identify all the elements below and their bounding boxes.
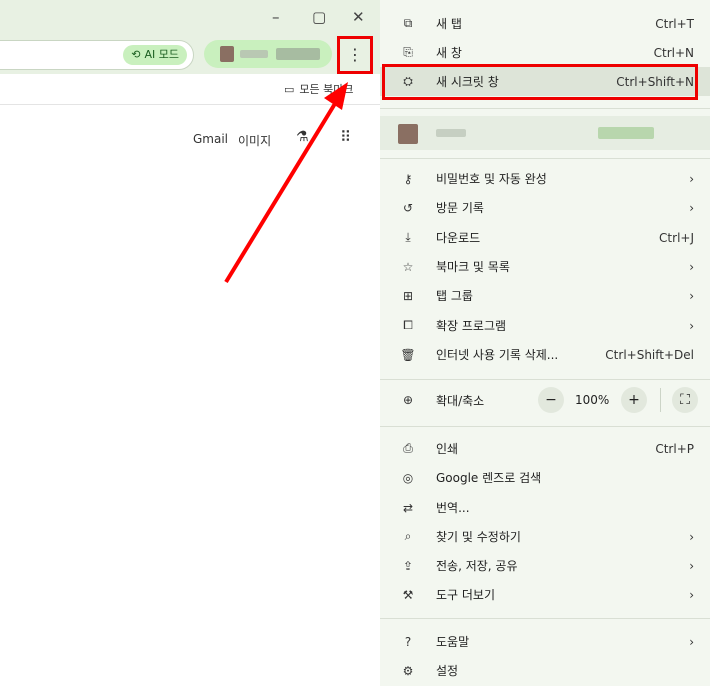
menu-item-label: 새 창 xyxy=(436,46,462,60)
menu-item-label: 새 탭 xyxy=(436,17,462,31)
menu-item[interactable]: ⧠ 확장 프로그램 › xyxy=(380,311,710,340)
menu-item-shortcut: › xyxy=(689,558,694,573)
menu-separator xyxy=(380,379,710,380)
avatar xyxy=(398,124,418,144)
menu-item[interactable]: ⎘ 새 창 Ctrl+N xyxy=(380,38,710,67)
menu-item[interactable]: ◎ Google 렌즈로 검색 xyxy=(380,463,710,492)
menu-item-label: 인터넷 사용 기록 삭제... xyxy=(436,348,559,362)
zoom-in-button[interactable]: + xyxy=(621,387,647,413)
menu-item-label: 인쇄 xyxy=(436,442,459,456)
new-tab-icon: ⧉ xyxy=(403,16,413,30)
menu-item-label: 방문 기록 xyxy=(436,201,484,215)
menu-item-shortcut: › xyxy=(689,529,694,544)
menu-item[interactable]: ⚒ 도구 더보기 › xyxy=(380,580,710,609)
menu-item-label: 전송, 저장, 공유 xyxy=(436,559,518,573)
menu-item-shortcut: Ctrl+Shift+Del xyxy=(605,347,694,362)
find-edit-icon: ⌕ xyxy=(404,529,412,543)
chrome-menu: ⧉ 새 탭 Ctrl+T ⎘ 새 창 Ctrl+N ⛭ 새 시크릿 창 Ctrl+Shift+N… xyxy=(380,0,710,686)
menu-item-label: 설정 xyxy=(436,664,459,678)
menu-item[interactable]: ☆ 북마크 및 목록 › xyxy=(380,252,710,281)
menu-separator xyxy=(380,618,710,619)
menu-item-shortcut: › xyxy=(689,634,694,649)
menu-item-shortcut: › xyxy=(689,288,694,303)
menu-item[interactable]: ⇪ 전송, 저장, 공유 › xyxy=(380,551,710,580)
zoom-out-button[interactable]: − xyxy=(538,387,564,413)
menu-separator xyxy=(380,426,710,427)
zoom-divider xyxy=(660,388,661,412)
tab-groups-icon: ⊞ xyxy=(402,288,414,303)
menu-item-label: 번역... xyxy=(436,501,470,515)
menu-item-shortcut: Ctrl+T xyxy=(655,16,694,31)
menu-item-label: 비밀번호 및 자동 완성 xyxy=(436,172,547,186)
menu-item[interactable]: ⇄ 번역... xyxy=(380,493,710,522)
cast-save-share-icon: ⇪ xyxy=(402,558,414,573)
profile-badge-blur xyxy=(598,127,654,139)
print-icon: ⎙ xyxy=(403,441,413,455)
fullscreen-icon[interactable]: ⛶ xyxy=(672,387,698,413)
menu-item-shortcut: › xyxy=(689,318,694,333)
menu-item[interactable]: ⚷ 비밀번호 및 자동 완성 › xyxy=(380,164,710,193)
download-icon: ⤓ xyxy=(405,230,411,244)
new-window-icon: ⎘ xyxy=(403,45,413,59)
menu-item[interactable]: ⌕ 찾기 및 수정하기 › xyxy=(380,522,710,551)
menu-item-shortcut: › xyxy=(689,587,694,602)
zoom-value: 100% xyxy=(575,393,610,407)
history-icon: ↺ xyxy=(402,200,414,215)
extension-icon: ⧠ xyxy=(403,318,413,332)
profile-name-blur xyxy=(436,129,466,137)
google-lens-icon: ◎ xyxy=(402,470,414,485)
menu-item[interactable]: ⊞ 탭 그룹 › xyxy=(380,281,710,310)
menu-item-label: 확장 프로그램 xyxy=(436,319,507,333)
zoom-row: ⊕ 확대/축소 −100% + ⛶ xyxy=(380,385,710,415)
toolbox-icon: ⚒ xyxy=(402,587,414,602)
menu-item-label: Google 렌즈로 검색 xyxy=(436,471,542,485)
menu-item-label: 찾기 및 수정하기 xyxy=(436,530,521,544)
zoom-label: 확대/축소 xyxy=(436,393,485,408)
menu-item-shortcut: › xyxy=(689,171,694,186)
menu-item[interactable]: ⤓ 다운로드 Ctrl+J xyxy=(380,223,710,252)
translate-icon: ⇄ xyxy=(402,500,414,515)
menu-item-label: 탭 그룹 xyxy=(436,289,473,303)
menu-item-shortcut: Ctrl+P xyxy=(655,441,694,456)
menu-item[interactable]: ⧉ 새 탭 Ctrl+T xyxy=(380,9,710,38)
menu-item[interactable]: ⚙ 설정 xyxy=(380,656,710,685)
menu-item-label: 도움말 xyxy=(436,635,470,649)
highlight-incognito-item xyxy=(382,64,698,100)
menu-item-shortcut: Ctrl+J xyxy=(659,230,694,245)
menu-item-shortcut: Ctrl+N xyxy=(653,45,694,60)
menu-item-shortcut: › xyxy=(689,200,694,215)
bookmark-star-icon: ☆ xyxy=(402,259,414,274)
menu-item-label: 북마크 및 목록 xyxy=(436,260,510,274)
menu-item[interactable]: ⎙ 인쇄 Ctrl+P xyxy=(380,434,710,463)
menu-item[interactable]: ? 도움말 › xyxy=(380,627,710,656)
zoom-icon: ⊕ xyxy=(402,393,414,407)
key-icon: ⚷ xyxy=(403,171,413,186)
menu-item[interactable]: 🗑 인터넷 사용 기록 삭제... Ctrl+Shift+Del xyxy=(380,340,710,369)
menu-item-label: 도구 더보기 xyxy=(436,588,496,602)
menu-item-shortcut: › xyxy=(689,259,694,274)
help-icon: ? xyxy=(404,634,412,649)
menu-item-label: 다운로드 xyxy=(436,231,481,245)
menu-separator xyxy=(380,158,710,159)
menu-item[interactable]: ↺ 방문 기록 › xyxy=(380,193,710,222)
settings-gear-icon: ⚙ xyxy=(402,663,414,678)
profile-row[interactable] xyxy=(380,116,710,150)
trash-icon: 🗑 xyxy=(400,347,416,362)
menu-separator xyxy=(380,108,710,109)
